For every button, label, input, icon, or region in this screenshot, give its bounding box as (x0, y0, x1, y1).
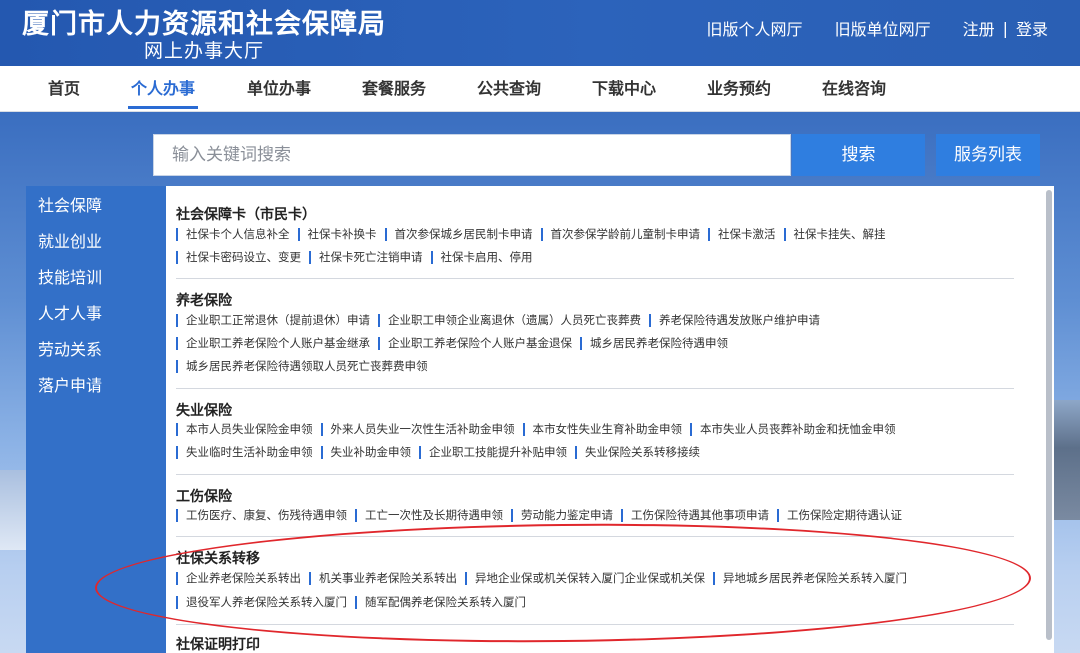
register-link[interactable]: 注册 (963, 16, 995, 40)
section-title: 社保关系转移 (176, 551, 260, 567)
old-personal-portal-link[interactable]: 旧版个人网厅 (707, 16, 803, 40)
service-link[interactable]: 外来人员失业一次性生活补助金申领 (320, 423, 523, 436)
service-link[interactable]: 异地企业保或机关保转入厦门企业保或机关保 (465, 572, 713, 585)
nav-unit[interactable]: 单位办事 (245, 66, 313, 112)
section-title: 社会保障卡（市民卡） (176, 207, 316, 223)
service-link[interactable]: 企业养老保险关系转出 (176, 572, 309, 585)
service-link[interactable]: 异地城乡居民养老保险关系转入厦门 (713, 572, 915, 585)
nav-package[interactable]: 套餐服务 (360, 66, 428, 112)
service-link[interactable]: 首次参保学龄前儿童制卡申请 (540, 228, 709, 241)
nav-appointment[interactable]: 业务预约 (705, 66, 773, 112)
service-link[interactable]: 城乡居民养老保险待遇申领 (580, 337, 736, 350)
sidebar-item-skills[interactable]: 技能培训 (38, 264, 102, 288)
service-link[interactable]: 失业补助金申领 (320, 446, 420, 459)
link-row: 退役军人养老保险关系转入厦门 随军配偶养老保险关系转入厦门 (176, 596, 534, 609)
service-link[interactable]: 社保卡死亡注销申请 (309, 251, 431, 264)
service-link[interactable]: 本市人员失业保险金申领 (176, 423, 321, 436)
service-link[interactable]: 工伤保险待遇其他事项申请 (621, 509, 777, 522)
link-row: 企业职工养老保险个人账户基金继承 企业职工养老保险个人账户基金退保 城乡居民养老… (176, 337, 736, 350)
service-link[interactable]: 退役军人养老保险关系转入厦门 (176, 596, 355, 609)
service-link[interactable]: 企业职工正常退休（提前退休）申请 (176, 314, 378, 327)
section-divider (176, 474, 1014, 475)
service-link[interactable]: 社保卡挂失、解挂 (783, 228, 894, 241)
section-title: 失业保险 (176, 403, 232, 419)
service-link[interactable]: 本市失业人员丧葬补助金和抚恤金申领 (690, 423, 904, 436)
section-divider (176, 536, 1014, 537)
service-link[interactable]: 本市女性失业生育补助金申领 (522, 423, 691, 436)
service-link[interactable]: 社保卡启用、停用 (430, 251, 541, 264)
nav-personal[interactable]: 个人办事 (128, 66, 198, 112)
service-link[interactable]: 劳动能力鉴定申请 (511, 509, 621, 522)
link-row: 城乡居民养老保险待遇领取人员死亡丧葬费申领 (176, 360, 436, 373)
section-divider (176, 624, 1014, 625)
service-link[interactable]: 养老保险待遇发放账户维护申请 (649, 314, 828, 327)
sidebar-item-settlement[interactable]: 落户申请 (38, 372, 102, 396)
section-divider (176, 278, 1014, 279)
section-title: 养老保险 (176, 293, 232, 309)
link-row: 企业养老保险关系转出 机关事业养老保险关系转出 异地企业保或机关保转入厦门企业保… (176, 572, 915, 585)
nav-home[interactable]: 首页 (46, 66, 82, 112)
section-divider (176, 388, 1014, 389)
link-separator: | (1002, 18, 1008, 38)
service-link[interactable]: 社保卡个人信息补全 (176, 228, 298, 241)
service-link[interactable]: 失业临时生活补助金申领 (176, 446, 321, 459)
search-button[interactable]: 搜索 (792, 134, 925, 176)
service-link[interactable]: 企业职工养老保险个人账户基金继承 (176, 337, 378, 350)
main-nav: 首页 个人办事 单位办事 套餐服务 公共查询 下载中心 业务预约 在线咨询 (0, 66, 1080, 112)
site-header: 厦门市人力资源和社会保障局 网上办事大厅 旧版个人网厅 旧版单位网厅 注册 | … (0, 0, 1080, 66)
nav-downloads[interactable]: 下载中心 (590, 66, 658, 112)
nav-online-consult[interactable]: 在线咨询 (820, 66, 888, 112)
link-row: 工伤医疗、康复、伤残待遇申领 工亡一次性及长期待遇申领 劳动能力鉴定申请 工伤保… (176, 509, 910, 522)
service-link[interactable]: 工伤医疗、康复、伤残待遇申领 (176, 509, 355, 522)
nav-public-query[interactable]: 公共查询 (475, 66, 543, 112)
category-sidebar: 社会保障 就业创业 技能培训 人才人事 劳动关系 落户申请 (26, 186, 166, 653)
service-link[interactable]: 社保卡激活 (708, 228, 784, 241)
link-row: 企业职工正常退休（提前退休）申请 企业职工申领企业离退休（遗属）人员死亡丧葬费 … (176, 314, 828, 327)
service-link[interactable]: 失业保险关系转移接续 (575, 446, 708, 459)
section-title: 工伤保险 (176, 489, 232, 505)
service-link[interactable]: 企业职工技能提升补贴申领 (419, 446, 575, 459)
old-unit-portal-link[interactable]: 旧版单位网厅 (835, 16, 931, 40)
service-link[interactable]: 随军配偶养老保险关系转入厦门 (355, 596, 534, 609)
link-row: 失业临时生活补助金申领 失业补助金申领 企业职工技能提升补贴申领 失业保险关系转… (176, 446, 708, 459)
service-link[interactable]: 社保卡密码设立、变更 (176, 251, 309, 264)
service-link[interactable]: 机关事业养老保险关系转出 (309, 572, 465, 585)
sidebar-item-labor[interactable]: 劳动关系 (38, 336, 102, 360)
site-subtitle: 网上办事大厅 (144, 40, 265, 62)
service-link[interactable]: 社保卡补换卡 (297, 228, 385, 241)
service-link[interactable]: 工亡一次性及长期待遇申领 (355, 509, 511, 522)
scrollbar[interactable] (1046, 190, 1052, 640)
sidebar-item-talent[interactable]: 人才人事 (38, 300, 102, 324)
search-box (153, 134, 791, 176)
sidebar-item-employment[interactable]: 就业创业 (38, 228, 102, 252)
link-row: 社保卡密码设立、变更 社保卡死亡注销申请 社保卡启用、停用 (176, 251, 541, 264)
service-link[interactable]: 企业职工申领企业离退休（遗属）人员死亡丧葬费 (378, 314, 649, 327)
service-list-button[interactable]: 服务列表 (936, 134, 1040, 176)
service-link[interactable]: 企业职工养老保险个人账户基金退保 (378, 337, 580, 350)
search-input[interactable] (154, 135, 790, 175)
link-row: 本市人员失业保险金申领 外来人员失业一次性生活补助金申领 本市女性失业生育补助金… (176, 423, 904, 436)
link-row: 社保卡个人信息补全 社保卡补换卡 首次参保城乡居民制卡申请 首次参保学龄前儿童制… (176, 228, 894, 241)
login-link[interactable]: 登录 (1016, 16, 1048, 40)
section-title: 社保证明打印 (176, 637, 260, 653)
service-link[interactable]: 城乡居民养老保险待遇领取人员死亡丧葬费申领 (176, 360, 436, 373)
service-link[interactable]: 工伤保险定期待遇认证 (777, 509, 910, 522)
header-links: 旧版个人网厅 旧版单位网厅 注册 | 登录 (707, 16, 1048, 40)
sidebar-item-social-security[interactable]: 社会保障 (38, 192, 102, 216)
service-link[interactable]: 首次参保城乡居民制卡申请 (384, 228, 541, 241)
